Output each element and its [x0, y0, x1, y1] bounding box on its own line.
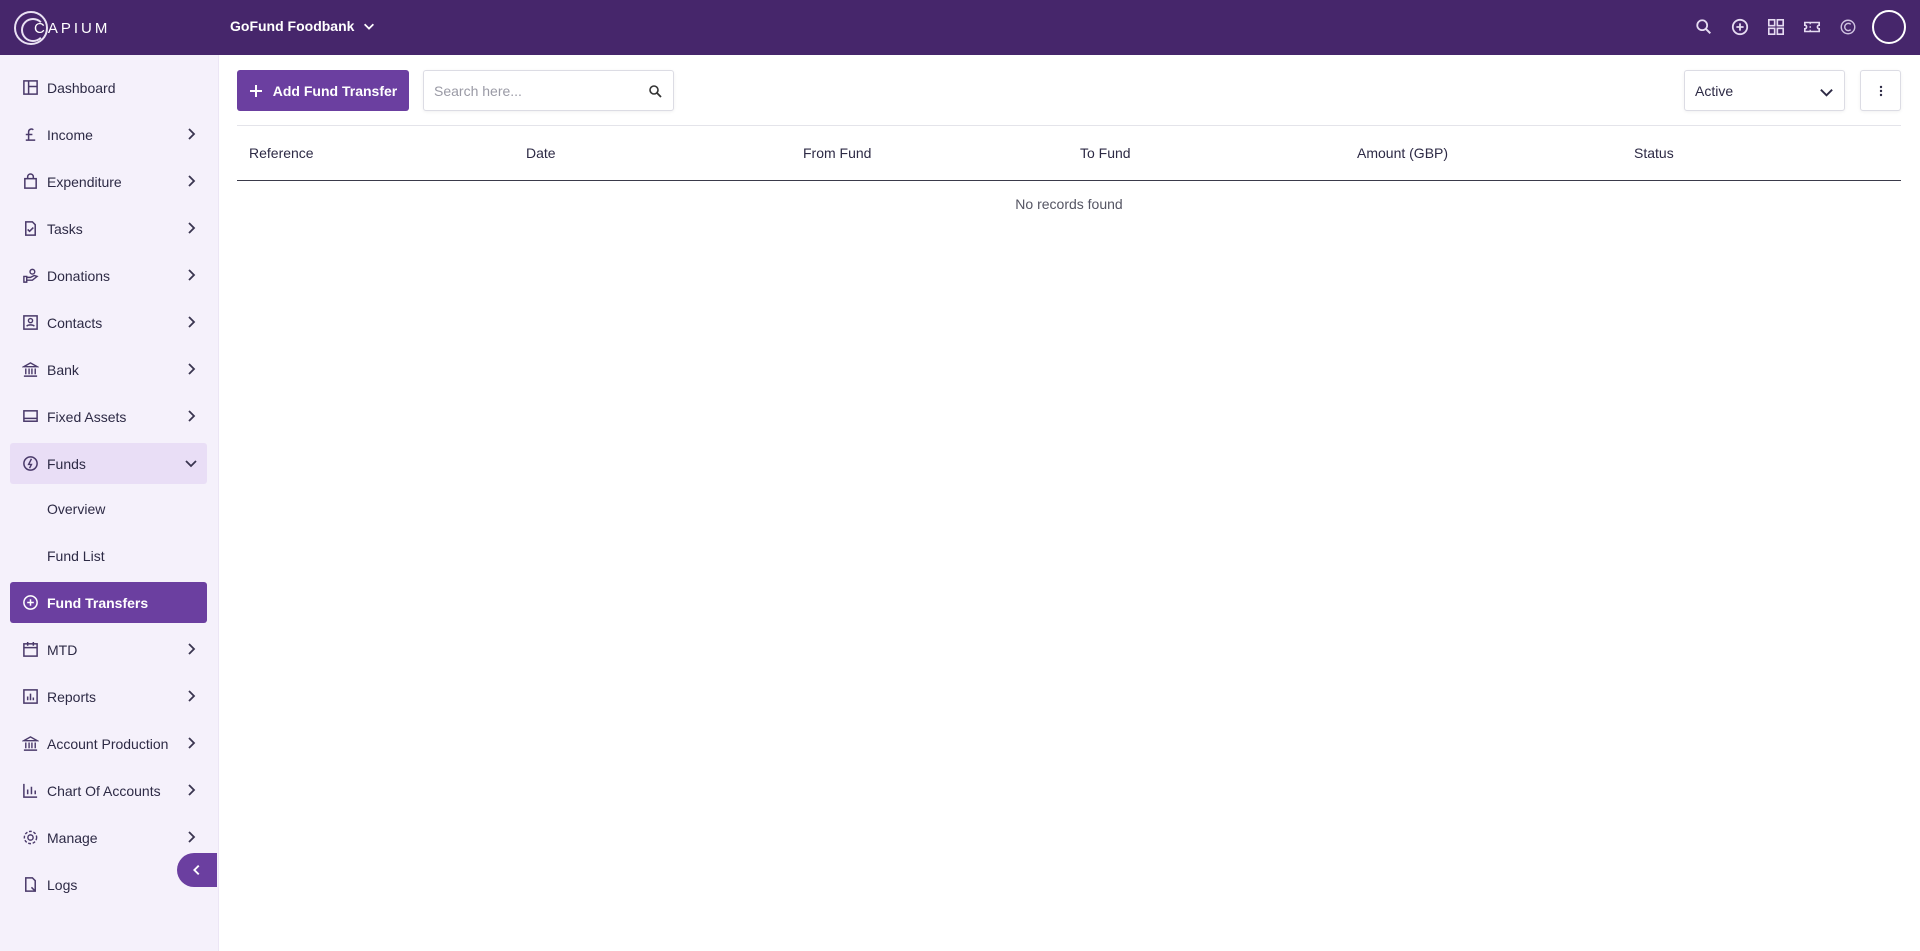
- sidebar-item-account-production[interactable]: Account Production: [10, 723, 207, 764]
- column-header-to-fund[interactable]: To Fund: [1080, 145, 1131, 161]
- sidebar-item-label: Income: [47, 126, 93, 143]
- sidebar-item-label: Fund Transfers: [47, 594, 149, 611]
- chevron-right-icon: [188, 222, 196, 234]
- sidebar-item-label: MTD: [47, 641, 78, 658]
- sidebar-item-label: Reports: [47, 688, 97, 705]
- sidebar-item-fixed-assets[interactable]: Fixed Assets: [10, 396, 207, 437]
- gear-icon: [21, 829, 39, 847]
- reports-icon: [21, 688, 39, 706]
- sidebar-item-label: Tasks: [47, 220, 83, 237]
- chevron-right-icon: [188, 316, 196, 328]
- ticket-icon[interactable]: [1794, 10, 1830, 44]
- sidebar-item-chart-of-accounts[interactable]: Chart Of Accounts: [10, 770, 207, 811]
- sidebar-subitem-fund-list[interactable]: Fund List: [47, 548, 105, 564]
- chevron-right-icon: [188, 784, 196, 796]
- add-fund-transfer-label: Add Fund Transfer: [272, 82, 398, 99]
- sidebar-item-label: Chart Of Accounts: [47, 782, 161, 799]
- column-header-date[interactable]: Date: [526, 145, 556, 161]
- collapse-sidebar-button[interactable]: [177, 853, 217, 887]
- sidebar-item-dashboard[interactable]: Dashboard: [10, 67, 207, 108]
- laptop-icon: [21, 408, 39, 426]
- sidebar-item-label: Bank: [47, 361, 79, 378]
- apps-grid-icon[interactable]: [1758, 10, 1794, 44]
- sidebar-item-reports[interactable]: Reports: [10, 676, 207, 717]
- sidebar-item-label: Dashboard: [47, 79, 116, 96]
- sidebar-item-label: Donations: [47, 267, 111, 284]
- empty-state-message: No records found: [1015, 196, 1123, 212]
- header-actions: [1686, 10, 1906, 44]
- pound-icon: [21, 126, 39, 144]
- bank-icon: [21, 361, 39, 379]
- more-options-button[interactable]: [1860, 70, 1901, 111]
- chevron-right-icon: [188, 643, 196, 655]
- chevron-down-icon: [364, 23, 375, 30]
- bank-icon: [21, 735, 39, 753]
- search-input[interactable]: [434, 71, 634, 110]
- chevron-right-icon: [188, 128, 196, 140]
- sidebar-item-funds[interactable]: Funds: [10, 443, 207, 484]
- top-bar: CAPIUM GoFund Foodbank: [0, 0, 1920, 55]
- more-vertical-icon: [1879, 85, 1882, 96]
- user-avatar[interactable]: [1872, 10, 1906, 44]
- chevron-down-icon: [185, 460, 197, 468]
- chevron-right-icon: [188, 690, 196, 702]
- column-header-from-fund[interactable]: From Fund: [803, 145, 871, 161]
- chevron-left-icon: [193, 864, 200, 876]
- add-circle-icon[interactable]: [1722, 10, 1758, 44]
- sidebar-item-label: Account Production: [47, 735, 169, 752]
- sidebar-item-label: Contacts: [47, 314, 103, 331]
- chevron-down-icon: [1820, 89, 1833, 97]
- sidebar-item-label: Logs: [47, 876, 78, 893]
- sidebar-item-manage[interactable]: Manage: [10, 817, 207, 858]
- chevron-right-icon: [188, 363, 196, 375]
- chevron-right-icon: [188, 831, 196, 843]
- org-name: GoFund Foodbank: [230, 18, 355, 34]
- column-header-status[interactable]: Status: [1634, 145, 1674, 161]
- add-fund-transfer-button[interactable]: Add Fund Transfer: [237, 70, 409, 111]
- chevron-right-icon: [188, 269, 196, 281]
- logs-icon: [21, 876, 39, 894]
- sidebar-item-contacts[interactable]: Contacts: [10, 302, 207, 343]
- status-filter-value: Active: [1695, 82, 1734, 99]
- search-box: [423, 70, 674, 111]
- capium-icon[interactable]: [1830, 10, 1866, 44]
- status-filter-select[interactable]: Active: [1684, 70, 1845, 111]
- logo-mark-icon: [14, 11, 48, 45]
- calendar-icon: [21, 641, 39, 659]
- sidebar-item-donations[interactable]: Donations: [10, 255, 207, 296]
- capium-logo[interactable]: CAPIUM: [14, 10, 110, 46]
- column-header-amount[interactable]: Amount (GBP): [1357, 145, 1448, 161]
- sidebar-item-mtd[interactable]: MTD: [10, 629, 207, 670]
- search-icon[interactable]: [648, 84, 662, 98]
- search-icon[interactable]: [1686, 10, 1722, 44]
- chart-icon: [21, 782, 39, 800]
- dashboard-icon: [21, 79, 39, 97]
- sidebar-item-fund-transfers[interactable]: Fund Transfers: [10, 582, 207, 623]
- sidebar-subitem-overview[interactable]: Overview: [47, 501, 105, 517]
- add-circle-icon: [21, 594, 39, 612]
- chevron-right-icon: [188, 175, 196, 187]
- contacts-icon: [21, 314, 39, 332]
- org-switcher[interactable]: GoFund Foodbank: [230, 18, 376, 34]
- plus-icon: [249, 84, 262, 97]
- funds-icon: [21, 455, 39, 473]
- bag-icon: [21, 173, 39, 191]
- column-header-reference[interactable]: Reference: [249, 145, 314, 161]
- sidebar-item-label: Funds: [47, 455, 86, 472]
- tasks-icon: [21, 220, 39, 238]
- donation-icon: [21, 267, 39, 285]
- sidebar-item-label: Manage: [47, 829, 98, 846]
- sidebar-item-income[interactable]: Income: [10, 114, 207, 155]
- sidebar-item-label: Expenditure: [47, 173, 122, 190]
- table-header: Reference Date From Fund To Fund Amount …: [237, 126, 1901, 181]
- sidebar-item-bank[interactable]: Bank: [10, 349, 207, 390]
- sidebar-item-expenditure[interactable]: Expenditure: [10, 161, 207, 202]
- sidebar: Dashboard Income Expenditure Tasks Donat…: [0, 55, 219, 951]
- sidebar-item-label: Fixed Assets: [47, 408, 127, 425]
- chevron-right-icon: [188, 737, 196, 749]
- sidebar-item-tasks[interactable]: Tasks: [10, 208, 207, 249]
- chevron-right-icon: [188, 410, 196, 422]
